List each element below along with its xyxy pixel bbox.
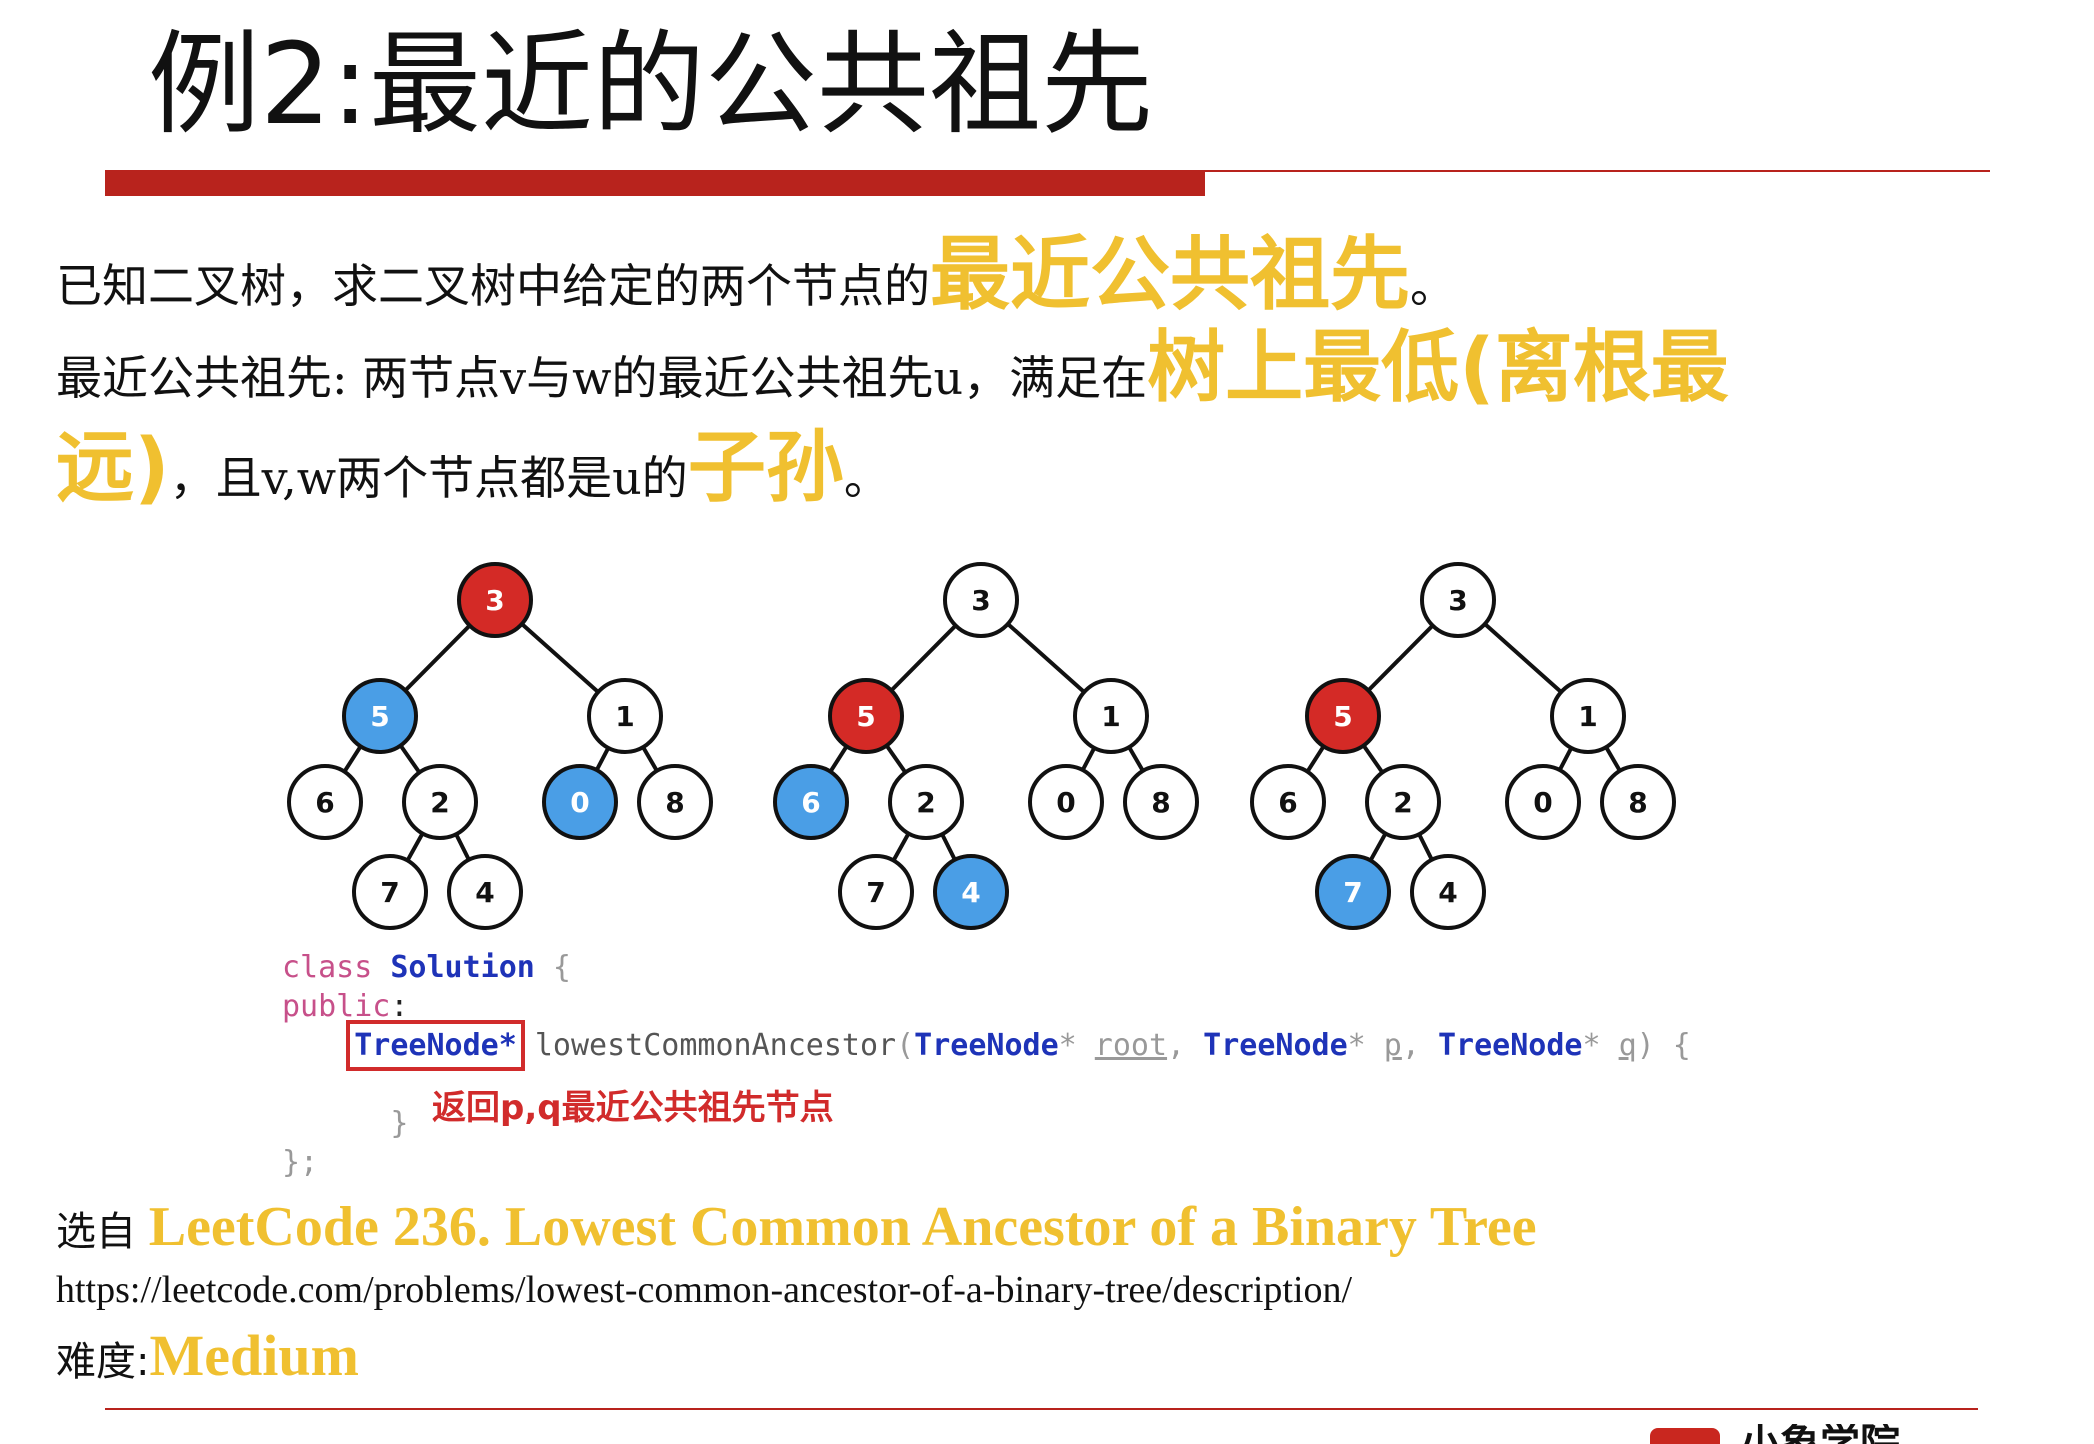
tree-node-label: 4 <box>961 876 980 909</box>
binary-tree-diagrams: 3 5 1 6 2 0 8 7 4 3 5 1 6 2 0 8 7 4 3 5 1 6 2 0 8 7 4 <box>287 562 1676 930</box>
code-return-type: TreeNode* <box>346 1020 525 1071</box>
line3-end: 。 <box>843 451 890 505</box>
line2-text: 最近公共祖先: 两节点v与w的最近公共祖先u，满足在 <box>56 351 1148 405</box>
tree-node-label: 3 <box>485 584 504 617</box>
code-comma-2: , <box>1401 1028 1438 1063</box>
source-url[interactable]: https://leetcode.com/problems/lowest-com… <box>56 1268 1352 1312</box>
code-inner-close: } <box>390 1106 409 1141</box>
tree-node-label: 8 <box>1628 786 1647 819</box>
code-param-root: root <box>1094 1028 1168 1063</box>
code-class-name: Solution <box>390 950 535 985</box>
tree-node-label: 5 <box>1333 700 1352 733</box>
code-comma-1: , <box>1167 1028 1204 1063</box>
code-kw-public: public <box>282 989 391 1024</box>
tree-node-label: 3 <box>971 584 990 617</box>
slide-title: 例2:最近的公共祖先 <box>148 20 1153 150</box>
line3-text: ，且v,w两个节点都是u的 <box>169 451 688 505</box>
line2-highlight: 树上最低(离根最 <box>1147 323 1729 413</box>
tree-node-label: 0 <box>1533 786 1552 819</box>
source-prefix: 选自 <box>56 1209 149 1255</box>
tree-node-label: 8 <box>1151 786 1170 819</box>
code-star-2: * <box>1347 1028 1384 1063</box>
tree-node-label: 1 <box>615 700 634 733</box>
tree-node-label: 7 <box>1343 876 1362 909</box>
source-line: 选自 LeetCode 236. Lowest Common Ancestor … <box>56 1195 1537 1259</box>
difficulty-label: 难度: <box>56 1339 150 1385</box>
tree-node-label: 1 <box>1578 700 1597 733</box>
description-line-3: 远)，且v,w两个节点都是u的子孙。 <box>56 405 890 517</box>
tree-node-label: 2 <box>1393 786 1412 819</box>
tree-node-label: 8 <box>665 786 684 819</box>
title-bar-thick <box>105 170 1205 196</box>
code-class-close: }; <box>282 1145 319 1180</box>
tree-node-label: 5 <box>370 700 389 733</box>
logo-icon <box>1650 1428 1720 1444</box>
code-type-3: TreeNode <box>1437 1028 1583 1063</box>
code-star-3: * <box>1582 1028 1619 1063</box>
code-kw-class: class <box>282 950 373 985</box>
tree-node-label: 7 <box>866 876 885 909</box>
tree-node-label: 6 <box>801 786 820 819</box>
tree-node-label: 4 <box>1438 876 1457 909</box>
code-function-name: lowestCommonAncestor <box>534 1028 897 1063</box>
description-line-2: 最近公共祖先: 两节点v与w的最近公共祖先u，满足在树上最低(离根最 <box>56 305 1729 417</box>
difficulty-value: Medium <box>149 1323 359 1388</box>
logo-text: 小象学院 <box>1740 1424 1900 1444</box>
code-paren-open: ( <box>896 1028 915 1063</box>
tree-node-label: 7 <box>380 876 399 909</box>
code-type-2: TreeNode <box>1203 1028 1348 1063</box>
line3-highlight-2: 子孙 <box>687 423 844 513</box>
code-brace-open: { <box>534 950 571 985</box>
tree-node-label: 6 <box>1278 786 1297 819</box>
code-param-p: p <box>1383 1028 1402 1063</box>
difficulty-line: 难度:Medium <box>56 1322 359 1389</box>
title-bar-thin <box>1205 170 1990 172</box>
code-param-q: q <box>1618 1028 1637 1063</box>
tree-node-label: 1 <box>1101 700 1120 733</box>
source-title: LeetCode 236. Lowest Common Ancestor of … <box>148 1196 1537 1258</box>
code-type-1: TreeNode <box>914 1028 1059 1063</box>
tree-node-label: 0 <box>1056 786 1075 819</box>
tree-node-label: 0 <box>570 786 589 819</box>
code-annotation: 返回p,q最近公共祖先节点 <box>432 1088 834 1128</box>
code-star-1: * <box>1058 1028 1095 1063</box>
tree-node-label: 2 <box>430 786 449 819</box>
footer-rule <box>105 1408 1978 1410</box>
tree-node-label: 4 <box>475 876 494 909</box>
tree-node-label: 6 <box>315 786 334 819</box>
code-paren-close: ) { <box>1636 1028 1691 1063</box>
tree-node-label: 5 <box>856 700 875 733</box>
tree-node-label: 2 <box>916 786 935 819</box>
code-colon: : <box>390 989 409 1024</box>
code-snippet: class Solution { public: TreeNode* lowes… <box>282 948 1691 1182</box>
tree-node-label: 3 <box>1448 584 1467 617</box>
line3-highlight-1: 远) <box>56 423 170 513</box>
